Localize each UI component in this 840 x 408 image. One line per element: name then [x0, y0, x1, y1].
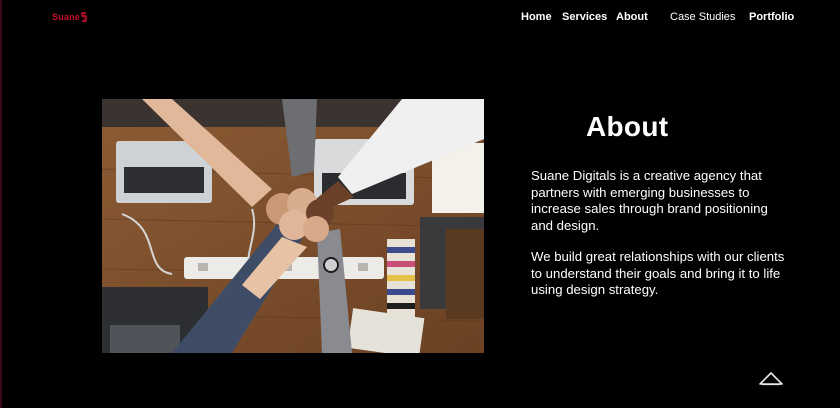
nav-services[interactable]: Services	[562, 11, 607, 23]
nav-about[interactable]: About	[616, 11, 648, 23]
about-paragraph-1: Suane Digitals is a creative agency that…	[531, 168, 768, 233]
nav-case-studies[interactable]: Case Studies	[670, 11, 735, 23]
chevron-up-icon[interactable]	[758, 369, 784, 387]
team-photo	[102, 99, 484, 353]
brand-mark-icon	[81, 12, 87, 22]
page-edge-line	[0, 0, 2, 408]
nav-portfolio[interactable]: Portfolio	[749, 11, 794, 23]
about-title: About	[586, 111, 669, 142]
brand-name: Suane	[52, 12, 81, 22]
team-photo-illustration	[102, 99, 484, 353]
nav-home[interactable]: Home	[521, 11, 552, 23]
brand-logo[interactable]: Suane	[52, 12, 87, 22]
about-paragraph-2: We build great relationships with our cl…	[531, 249, 785, 297]
